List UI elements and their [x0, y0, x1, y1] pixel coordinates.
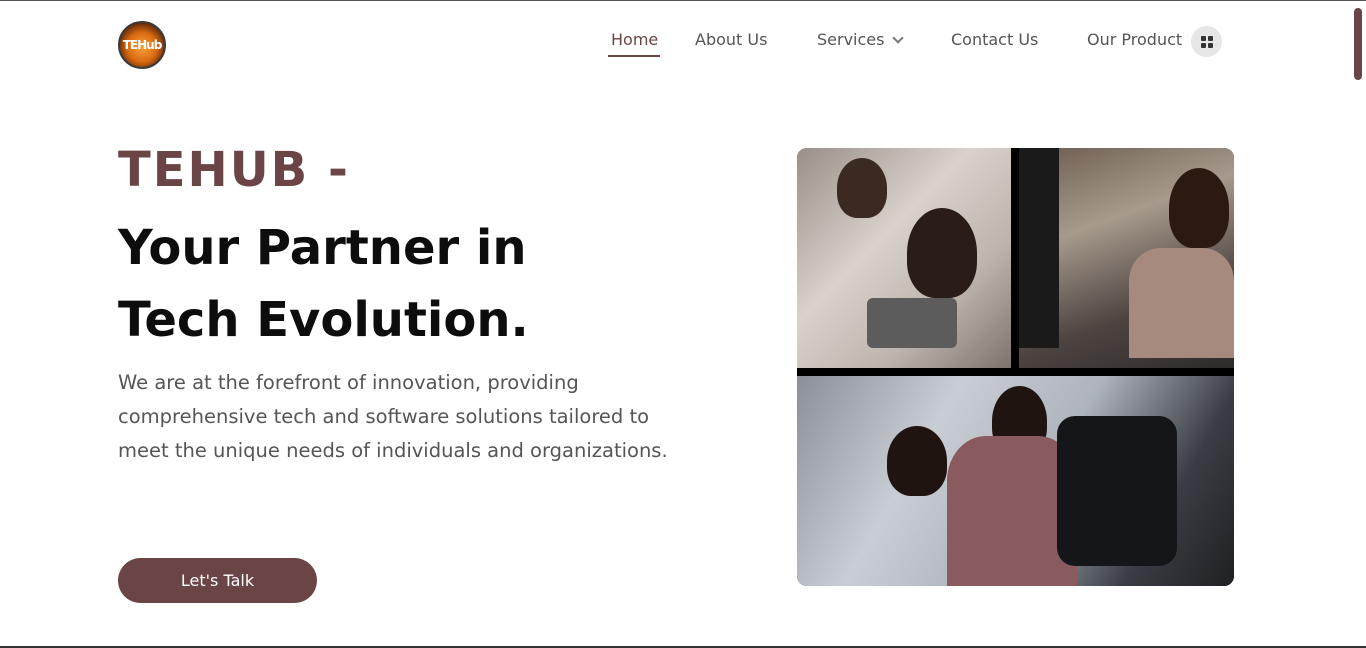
hero-title-line1: Your Partner in — [118, 220, 527, 276]
hero-title-line2: Tech Evolution. — [118, 292, 529, 348]
product-menu-button[interactable] — [1191, 26, 1222, 57]
nav-services-label: Services — [817, 30, 885, 49]
hero-description: We are at the forefront of innovation, p… — [118, 371, 668, 462]
nav-services[interactable]: Services — [817, 30, 905, 49]
hero-brand: TEHUB - — [118, 142, 350, 198]
photo-developer-at-computer — [1019, 148, 1234, 368]
main-nav: Home About Us Services Contact Us Our Pr… — [0, 26, 1366, 60]
nav-contact[interactable]: Contact Us — [951, 30, 1038, 49]
hero-image-collage — [797, 148, 1234, 586]
photo-meeting-reviewing-documents — [797, 376, 1234, 586]
nav-about[interactable]: About Us — [695, 30, 767, 49]
nav-home[interactable]: Home — [611, 30, 658, 49]
hero-title: Your Partner in Tech Evolution. — [118, 212, 678, 356]
scrollbar[interactable] — [1354, 8, 1362, 80]
grid-icon — [1200, 35, 1213, 48]
window-top-border — [0, 0, 1366, 1]
nav-product[interactable]: Our Product — [1087, 30, 1182, 49]
photo-team-at-desk — [797, 148, 1011, 368]
lets-talk-button[interactable]: Let's Talk — [118, 558, 317, 603]
nav-home-underline — [608, 55, 660, 57]
chevron-down-icon — [892, 32, 905, 44]
